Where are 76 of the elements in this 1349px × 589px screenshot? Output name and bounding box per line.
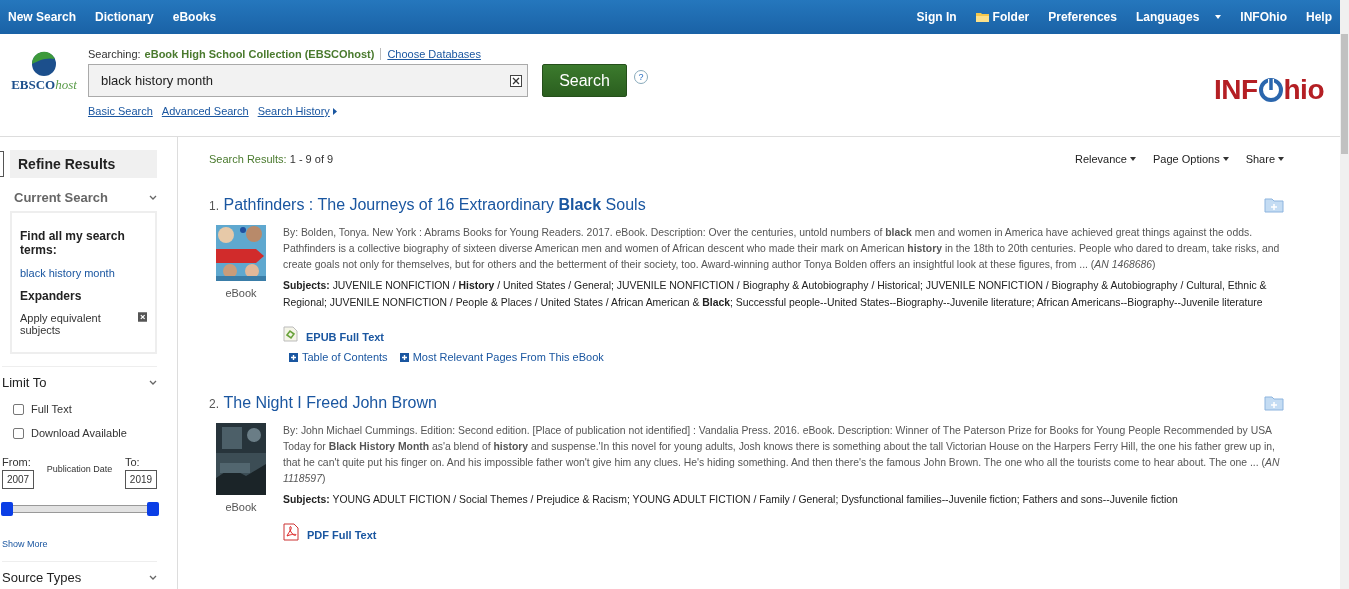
- refine-results-heading: Refine Results: [10, 150, 157, 178]
- caret-icon: [1215, 15, 1222, 19]
- result-number: 2.: [209, 397, 219, 411]
- result-subjects: Subjects: YOUNG ADULT FICTION / Social Themes / Prejudice & Racism; YOUNG ADULT FICTION / Family / General; Dysfunctional families--Juvenile fiction; Fathers and sons--Juvenile fiction: [283, 493, 1179, 507]
- section-heading[interactable]: Source Types: [2, 570, 82, 585]
- search-field[interactable]: black history month: [88, 64, 528, 97]
- folder-link[interactable]: Folder: [975, 10, 1030, 24]
- result-description: By: Bolden, Tonya. New York : Abrams Books for Young Readers. 2017. eBook. Description: Over the centuries, untold numbers of black men and women in America have achieved great things against the odds. Pathfinders is a collective biography of sixteen diverse American men and women of African descent who made their mark on American history in the 18th to 20th centuries. People who dared to dream, take risks, and create goals not only for themselves, but for others and the betterment of their society, too. Award-winning author Tonya Bolden offers an insightful look at these figures, from ... (AN 1468686): [283, 226, 1281, 272]
- checkbox[interactable]: [13, 403, 24, 415]
- publication-date-label: Publication Date: [46, 463, 113, 476]
- section-heading[interactable]: Current Search: [14, 190, 108, 205]
- nav-link[interactable]: INFOhio: [1240, 10, 1287, 24]
- caret-icon: [1222, 157, 1229, 161]
- database-name: eBook High School Collection (EBSCOhost): [144, 48, 375, 60]
- expanders-label: Expanders: [20, 289, 83, 303]
- search-terms[interactable]: black history month: [20, 267, 147, 279]
- result-subjects: Subjects: JUVENILE NONFICTION / History / United States / General; JUVENILE NONFICTION / Biography & Autobiography / Historical; JUVENILE NONFICTION / Biography & Autobiography / Cultural, Ethnic & Regional; JUVENILE NONFICTION / People & Places / United States / African American & Black; Successful people--United States--Biography--Juvenile literature; African Americans--Biography--Juvenile literature: [283, 279, 1268, 310]
- expander-text: Apply equivalent subjects: [20, 312, 102, 336]
- chevron-icon[interactable]: [149, 574, 157, 581]
- slider-handle[interactable]: [1, 502, 13, 516]
- toolbar-dropdown[interactable]: Relevance: [1075, 153, 1136, 165]
- date-range-slider[interactable]: [0, 501, 160, 517]
- arrow-icon: [332, 107, 337, 115]
- infohio-logo: INF hio: [1213, 73, 1324, 107]
- nav-link[interactable]: Dictionary: [95, 10, 154, 24]
- search-button[interactable]: Search: [542, 64, 627, 97]
- option-label: Download Available: [31, 427, 127, 439]
- full-text-link[interactable]: PDF Full Text: [283, 522, 1284, 541]
- plus-icon: [289, 352, 298, 362]
- search-mode-link[interactable]: Search History: [257, 105, 337, 117]
- languages-dropdown[interactable]: Languages: [1135, 10, 1222, 24]
- search-mode-link[interactable]: Advanced Search: [161, 105, 249, 117]
- caret-icon: [1278, 157, 1284, 161]
- clear-icon[interactable]: [510, 74, 522, 87]
- nav-link[interactable]: Preferences: [1048, 10, 1117, 24]
- option-label: Full Text: [31, 403, 72, 415]
- nav-link[interactable]: New Search: [8, 10, 77, 24]
- chevron-icon[interactable]: [149, 379, 157, 386]
- toolbar-dropdown[interactable]: Share: [1245, 153, 1284, 165]
- find-terms-label: Find all my search terms:: [20, 229, 126, 257]
- slider-handle[interactable]: [147, 502, 159, 516]
- expand-link[interactable]: Most Relevant Pages From This eBook: [399, 351, 604, 363]
- toolbar-dropdown[interactable]: Page Options: [1153, 153, 1229, 165]
- section-heading[interactable]: Limit To: [2, 375, 47, 390]
- to-year-field[interactable]: 2019: [125, 470, 157, 489]
- expand-link[interactable]: Table of Contents: [289, 351, 388, 363]
- checkbox[interactable]: [13, 427, 24, 439]
- from-label: From:: [2, 456, 32, 468]
- scrollbar[interactable]: [1340, 0, 1349, 589]
- results-count: Search Results: 1 - 9 of 9: [209, 153, 334, 165]
- remove-icon[interactable]: [137, 312, 147, 322]
- full-text-link[interactable]: EPUB Full Text: [283, 325, 1284, 343]
- pdf-icon: [283, 522, 299, 541]
- result-title-link[interactable]: Pathfinders : The Journeys of 16 Extraordinary Black Souls: [223, 196, 646, 213]
- nav-link[interactable]: Help: [1306, 10, 1332, 24]
- plus-icon: [399, 352, 409, 362]
- to-label: To:: [125, 456, 141, 468]
- show-more-link[interactable]: Show More: [2, 539, 157, 549]
- format-label: eBook: [225, 287, 257, 299]
- power-icon: [1257, 77, 1284, 103]
- folder-icon: [975, 12, 989, 22]
- ebscohost-logo: EBSCOhost: [11, 77, 77, 93]
- result-title-link[interactable]: The Night I Freed John Brown: [223, 394, 437, 411]
- choose-databases-link[interactable]: Choose Databases: [387, 48, 481, 60]
- nav-link[interactable]: eBooks: [172, 10, 217, 24]
- format-label: eBook: [225, 501, 257, 513]
- searching-label: Searching:: [88, 48, 141, 60]
- logo-icon: [31, 51, 57, 77]
- result-description: By: John Michael Cummings. Edition: Second edition. [Place of publication not identified] : Vandalia Press. 2016. eBook. Description: Winner of The Paterson Prize for Books for Young People Recommended by USA Today for Black History Month as'a blend of history and suspense.'In this novel for young adults, Josh knows there is something about the tall Victorian House on the Harpers Ferry Hill, the one his father grew up in, that he can't quite put his finger on. And his impossible father won't give him any clues. He's hiding something. And then there's the famous John Brown. The one who all the tourists come to hear about. The one ... (AN 1118597): [283, 424, 1281, 486]
- nav-link[interactable]: Sign In: [916, 10, 957, 24]
- caret-icon: [1130, 157, 1136, 161]
- search-mode-link[interactable]: Basic Search: [88, 105, 153, 117]
- result-number: 1.: [209, 199, 219, 213]
- chevron-icon[interactable]: [149, 194, 157, 201]
- from-year-field[interactable]: 2007: [2, 470, 34, 489]
- ebook-icon: [283, 326, 298, 342]
